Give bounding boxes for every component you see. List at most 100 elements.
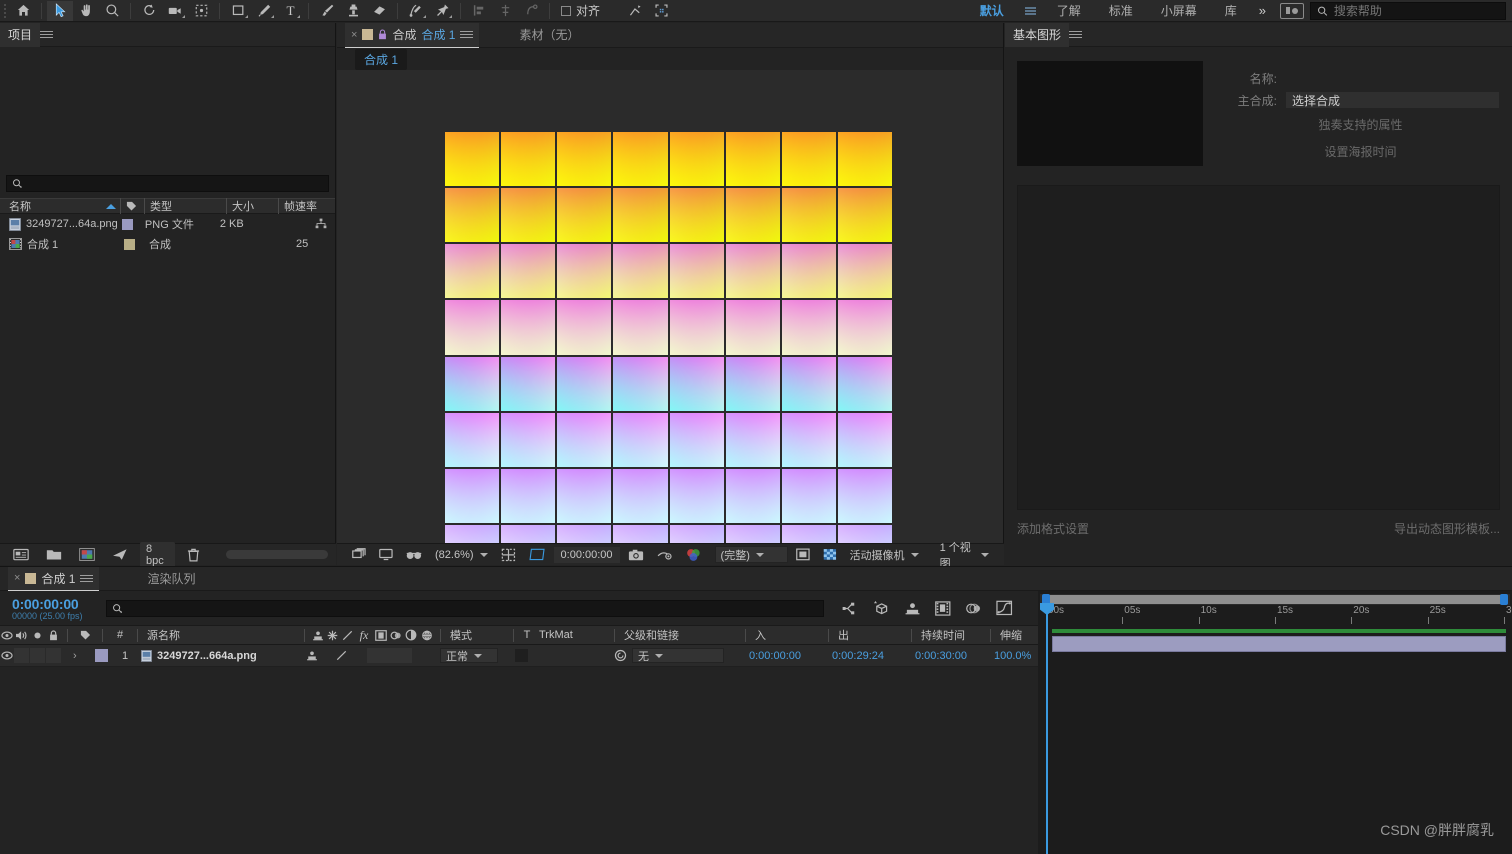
- always-preview-icon[interactable]: [347, 546, 371, 564]
- project-item-label-cell[interactable]: [120, 238, 144, 250]
- selection-tool-icon[interactable]: [47, 0, 73, 21]
- column-header-duration[interactable]: 持续时间: [917, 627, 985, 643]
- lock-icon[interactable]: [378, 29, 387, 40]
- project-search-input[interactable]: [27, 177, 323, 190]
- column-header-label[interactable]: [120, 198, 144, 214]
- align-left-icon[interactable]: [466, 1, 492, 21]
- layer-stretch[interactable]: 100.0%: [990, 650, 1042, 662]
- layer-lock-toggle[interactable]: [45, 648, 62, 663]
- essential-graphics-content-area[interactable]: [1017, 185, 1500, 510]
- tab-timeline-composition-1[interactable]: × 合成 1: [8, 566, 100, 591]
- brush-tool-icon[interactable]: [314, 1, 340, 21]
- solo-header-icon[interactable]: [30, 631, 45, 640]
- align-checkbox-box[interactable]: [561, 5, 571, 16]
- set-poster-time-button[interactable]: 设置海报时间: [1221, 138, 1500, 165]
- effects-header-label[interactable]: fx: [355, 628, 373, 643]
- column-header-out[interactable]: 出: [834, 627, 906, 643]
- pan-behind-tool-icon[interactable]: [188, 1, 214, 21]
- playhead-line[interactable]: [1040, 603, 1054, 854]
- main-viewer-icon[interactable]: [374, 546, 398, 564]
- close-icon[interactable]: ×: [351, 29, 357, 41]
- tab-essential-graphics[interactable]: 基本图形: [1005, 22, 1070, 47]
- column-header-mode[interactable]: 模式: [446, 627, 508, 643]
- type-tool-icon[interactable]: T: [277, 1, 303, 21]
- delete-icon[interactable]: [182, 546, 205, 564]
- layer-solo-toggle[interactable]: [30, 648, 45, 663]
- draft-3d-icon[interactable]: [873, 600, 890, 616]
- column-header-type[interactable]: 类型: [144, 198, 226, 214]
- new-folder-icon[interactable]: [41, 546, 67, 564]
- audio-header-icon[interactable]: [13, 630, 30, 641]
- eraser-tool-icon[interactable]: [366, 1, 392, 21]
- layer-frame-blend-switch[interactable]: [367, 648, 382, 663]
- shy-switch-header-icon[interactable]: [310, 630, 325, 641]
- layer-shy-switch[interactable]: [304, 650, 319, 661]
- column-header-number[interactable]: #: [108, 629, 132, 641]
- align-checkbox[interactable]: 对齐: [561, 2, 600, 19]
- project-panel-menu-icon[interactable]: [40, 23, 54, 47]
- roto-brush-tool-icon[interactable]: [403, 1, 429, 21]
- project-item-row[interactable]: 3249727...64a.png PNG 文件 2 KB: [0, 214, 335, 234]
- zoom-level-dropdown[interactable]: (82.6%): [430, 546, 493, 563]
- grid-guides-icon[interactable]: [496, 546, 521, 564]
- camera-tool-icon[interactable]: [162, 1, 188, 21]
- workspace-tab-standard[interactable]: 标准: [1095, 0, 1147, 22]
- show-snapshot-icon[interactable]: [652, 546, 678, 564]
- timeline-search-input[interactable]: [127, 602, 818, 614]
- puppet-pin-tool-icon[interactable]: [429, 1, 455, 21]
- essential-graphics-menu-icon[interactable]: [1069, 23, 1083, 47]
- video-visibility-header-icon[interactable]: [0, 630, 13, 640]
- master-comp-dropdown[interactable]: 选择合成: [1285, 91, 1500, 109]
- clone-stamp-tool-icon[interactable]: [340, 1, 366, 21]
- motion-blur-icon[interactable]: [965, 601, 982, 616]
- composition-panel-menu-icon[interactable]: [460, 23, 474, 47]
- layer-parent-cell[interactable]: 无: [614, 648, 734, 663]
- timeline-track-area[interactable]: 00s05s10s15s20s25s30s: [1038, 591, 1512, 854]
- project-horizontal-scrollbar[interactable]: [225, 550, 328, 559]
- composition-mini-flowchart-icon[interactable]: [842, 601, 859, 616]
- adjustment-layer-header-icon[interactable]: [403, 629, 418, 641]
- frame-blending-header-icon[interactable]: [373, 629, 388, 641]
- layer-expand-arrow[interactable]: ›: [73, 650, 89, 662]
- shape-tool-icon[interactable]: [225, 1, 251, 21]
- workspace-layout-icon[interactable]: [1280, 2, 1304, 19]
- column-header-fps[interactable]: 帧速率: [278, 198, 334, 214]
- help-search-input[interactable]: [1333, 3, 1499, 18]
- tab-project[interactable]: 项目: [0, 22, 41, 47]
- timeline-search-box[interactable]: [106, 599, 824, 617]
- workspace-tab-libraries[interactable]: 库: [1211, 0, 1251, 22]
- collapse-transformations-header-icon[interactable]: [325, 630, 340, 641]
- close-icon[interactable]: ×: [14, 572, 20, 584]
- snapping-icon[interactable]: [518, 1, 544, 21]
- column-header-source-name[interactable]: 源名称: [143, 627, 299, 643]
- workspace-tab-small-screen[interactable]: 小屏幕: [1147, 0, 1211, 22]
- layer-visibility-toggle[interactable]: [0, 651, 13, 660]
- transform-box-icon[interactable]: [648, 1, 674, 21]
- layer-out-point[interactable]: 0:00:29:24: [828, 650, 900, 662]
- project-search-box[interactable]: [6, 175, 329, 192]
- 3d-glasses-icon[interactable]: [401, 546, 427, 564]
- resolution-dropdown[interactable]: (完整): [714, 546, 788, 563]
- layer-label-color[interactable]: [89, 649, 113, 662]
- add-format-dropdown[interactable]: 添加格式设置: [1017, 520, 1115, 537]
- view-layout-dropdown[interactable]: 1 个视图: [935, 542, 994, 570]
- project-settings-icon[interactable]: [8, 546, 34, 564]
- transparency-grid-icon[interactable]: [791, 546, 815, 564]
- snapshot-camera-icon[interactable]: [623, 546, 649, 564]
- layer-in-point[interactable]: 0:00:00:00: [745, 650, 817, 662]
- layer-audio-toggle[interactable]: [13, 648, 30, 663]
- lock-header-icon[interactable]: [45, 629, 62, 641]
- layer-effects-switch[interactable]: [349, 648, 367, 663]
- toggle-mask-icon[interactable]: [818, 546, 842, 564]
- channel-color-icon[interactable]: [681, 546, 706, 564]
- project-flowchart-icon[interactable]: [107, 546, 133, 564]
- column-header-name[interactable]: 名称: [0, 198, 120, 214]
- graph-editor-icon[interactable]: [996, 600, 1013, 616]
- workspace-overflow-icon[interactable]: »: [1251, 3, 1274, 18]
- column-header-parent[interactable]: 父级和链接: [620, 627, 740, 643]
- motion-blur-header-icon[interactable]: [388, 630, 403, 641]
- layer-mode-cell[interactable]: 正常: [440, 648, 502, 663]
- layer-collapse-switch[interactable]: [319, 648, 334, 663]
- rotation-tool-icon[interactable]: [136, 1, 162, 21]
- column-header-t[interactable]: T: [519, 629, 535, 641]
